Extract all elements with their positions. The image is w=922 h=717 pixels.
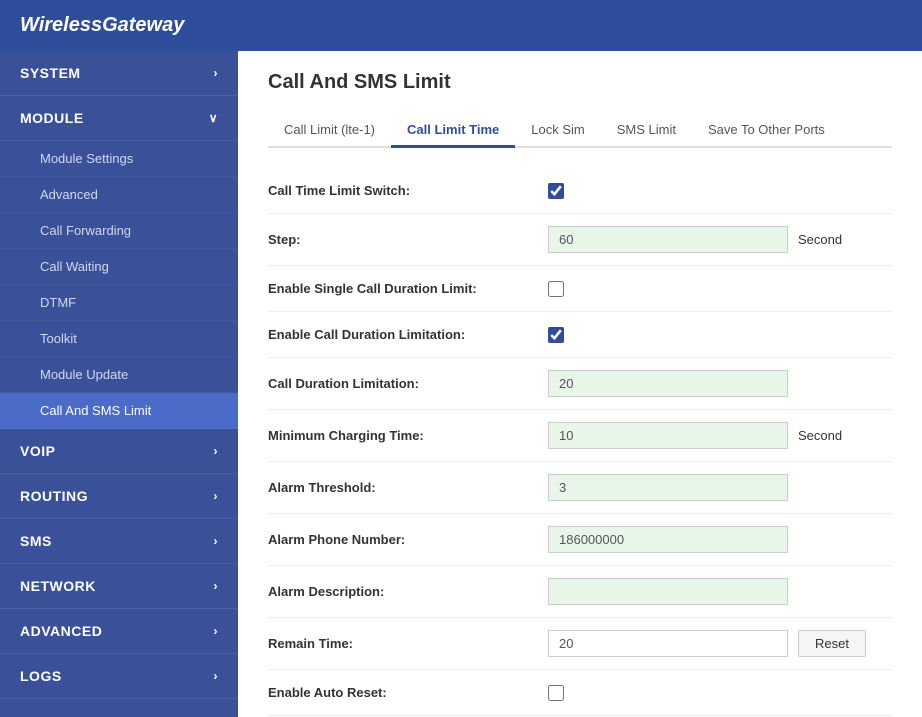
sidebar-item-voip[interactable]: VOIP › — [0, 429, 238, 474]
label-alarm-description: Alarm Description: — [268, 584, 548, 599]
control-enable-call-duration-limitation — [548, 327, 564, 343]
input-alarm-description[interactable] — [548, 578, 788, 605]
control-call-time-limit-switch — [548, 183, 564, 199]
chevron-right-icon-advanced: › — [214, 624, 219, 638]
form-row-alarm-phone-number: Alarm Phone Number: — [268, 514, 892, 566]
control-minimum-charging-time: Second — [548, 422, 842, 449]
input-call-duration-limitation[interactable] — [548, 370, 788, 397]
form-row-alarm-description: Alarm Description: — [268, 566, 892, 618]
sidebar-item-logs-label: LOGS — [20, 668, 62, 684]
chevron-right-icon-routing: › — [214, 489, 219, 503]
label-minimum-charging-time: Minimum Charging Time: — [268, 428, 548, 443]
tab-sms-limit[interactable]: SMS Limit — [601, 114, 692, 148]
sidebar-item-sms-label: SMS — [20, 533, 52, 549]
control-call-duration-limitation — [548, 370, 788, 397]
input-minimum-charging-time[interactable] — [548, 422, 788, 449]
form-row-minimum-charging-time: Minimum Charging Time: Second — [268, 410, 892, 462]
form-row-call-duration-limitation: Call Duration Limitation: — [268, 358, 892, 410]
checkbox-call-time-limit-switch[interactable] — [548, 183, 564, 199]
sidebar-item-sms[interactable]: SMS › — [0, 519, 238, 564]
label-alarm-phone-number: Alarm Phone Number: — [268, 532, 548, 547]
form-row-enable-call-duration-limitation: Enable Call Duration Limitation: — [268, 312, 892, 358]
app-header: WirelessGateway — [0, 0, 922, 51]
tab-call-limit-time[interactable]: Call Limit Time — [391, 114, 515, 148]
form-row-call-time-limit-switch: Call Time Limit Switch: — [268, 168, 892, 214]
sidebar-subitem-call-forwarding[interactable]: Call Forwarding — [0, 213, 238, 249]
checkbox-enable-auto-reset[interactable] — [548, 685, 564, 701]
input-alarm-phone-number[interactable] — [548, 526, 788, 553]
sidebar-item-module[interactable]: MODULE ∨ — [0, 96, 238, 141]
label-remain-time: Remain Time: — [268, 636, 548, 651]
tab-bar: Call Limit (lte-1) Call Limit Time Lock … — [268, 114, 892, 148]
chevron-right-icon-voip: › — [214, 444, 219, 458]
sidebar-item-system-label: SYSTEM — [20, 65, 81, 81]
input-step[interactable] — [548, 226, 788, 253]
control-enable-single-call-duration-limit — [548, 281, 564, 297]
label-step: Step: — [268, 232, 548, 247]
chevron-right-icon-sms: › — [214, 534, 219, 548]
sidebar-subitem-call-sms-limit[interactable]: Call And SMS Limit — [0, 393, 238, 429]
sidebar-subitem-module-settings[interactable]: Module Settings — [0, 141, 238, 177]
sidebar-subitem-module-update[interactable]: Module Update — [0, 357, 238, 393]
sidebar-item-network-label: NETWORK — [20, 578, 96, 594]
reset-button[interactable]: Reset — [798, 630, 866, 657]
control-remain-time: Reset — [548, 630, 866, 657]
sidebar: SYSTEM › MODULE ∨ Module Settings Advanc… — [0, 51, 238, 717]
control-step: Second — [548, 226, 842, 253]
main-content: Call And SMS Limit Call Limit (lte-1) Ca… — [238, 51, 922, 717]
unit-step: Second — [798, 232, 842, 247]
sidebar-item-voip-label: VOIP — [20, 443, 55, 459]
checkbox-enable-single-call-duration-limit[interactable] — [548, 281, 564, 297]
label-enable-auto-reset: Enable Auto Reset: — [268, 685, 548, 700]
label-enable-call-duration-limitation: Enable Call Duration Limitation: — [268, 327, 548, 342]
tab-call-limit[interactable]: Call Limit (lte-1) — [268, 114, 391, 148]
sidebar-subitem-toolkit[interactable]: Toolkit — [0, 321, 238, 357]
chevron-right-icon: › — [214, 66, 219, 80]
form-row-alarm-threshold: Alarm Threshold: — [268, 462, 892, 514]
label-call-time-limit-switch: Call Time Limit Switch: — [268, 183, 548, 198]
page-title: Call And SMS Limit — [268, 71, 892, 94]
control-alarm-phone-number — [548, 526, 788, 553]
sidebar-subitem-call-waiting[interactable]: Call Waiting — [0, 249, 238, 285]
sidebar-item-network[interactable]: NETWORK › — [0, 564, 238, 609]
label-alarm-threshold: Alarm Threshold: — [268, 480, 548, 495]
sidebar-item-routing[interactable]: ROUTING › — [0, 474, 238, 519]
chevron-down-icon: ∨ — [209, 111, 218, 125]
sidebar-subitem-dtmf[interactable]: DTMF — [0, 285, 238, 321]
tab-lock-sim[interactable]: Lock Sim — [515, 114, 600, 148]
sidebar-subitem-advanced[interactable]: Advanced — [0, 177, 238, 213]
unit-minimum-charging-time: Second — [798, 428, 842, 443]
sidebar-item-module-label: MODULE — [20, 110, 84, 126]
control-alarm-threshold — [548, 474, 788, 501]
input-remain-time[interactable] — [548, 630, 788, 657]
chevron-right-icon-logs: › — [214, 669, 219, 683]
checkbox-enable-call-duration-limitation[interactable] — [548, 327, 564, 343]
form-row-enable-single-call-duration-limit: Enable Single Call Duration Limit: — [268, 266, 892, 312]
sidebar-item-logs[interactable]: LOGS › — [0, 654, 238, 699]
chevron-right-icon-network: › — [214, 579, 219, 593]
control-enable-auto-reset — [548, 685, 564, 701]
sidebar-item-advanced[interactable]: ADVANCED › — [0, 609, 238, 654]
input-alarm-threshold[interactable] — [548, 474, 788, 501]
sidebar-item-advanced-label: ADVANCED — [20, 623, 102, 639]
app-title: WirelessGateway — [20, 14, 184, 36]
form-row-enable-auto-reset: Enable Auto Reset: — [268, 670, 892, 716]
sidebar-item-routing-label: ROUTING — [20, 488, 88, 504]
sidebar-item-system[interactable]: SYSTEM › — [0, 51, 238, 96]
form-row-step: Step: Second — [268, 214, 892, 266]
form-row-remain-time: Remain Time: Reset — [268, 618, 892, 670]
tab-save-to-other-ports[interactable]: Save To Other Ports — [692, 114, 841, 148]
control-alarm-description — [548, 578, 788, 605]
label-call-duration-limitation: Call Duration Limitation: — [268, 376, 548, 391]
label-enable-single-call-duration-limit: Enable Single Call Duration Limit: — [268, 281, 548, 296]
